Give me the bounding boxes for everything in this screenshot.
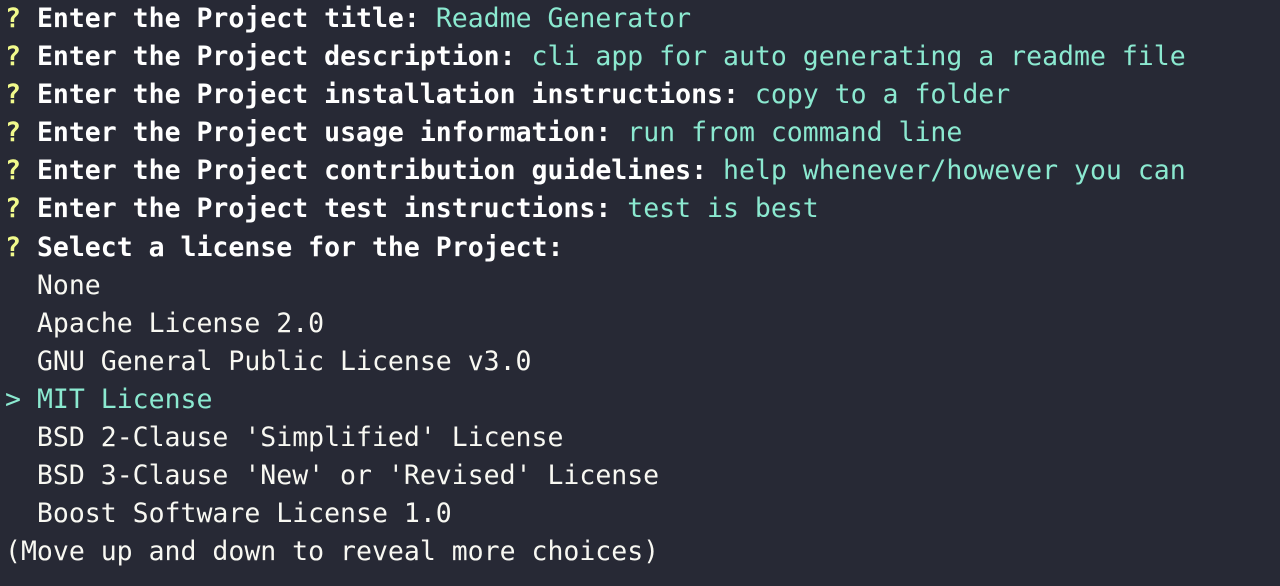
question-answer: copy to a folder (754, 79, 1011, 111)
question-marker: ? (5, 155, 21, 187)
question-prompt: Enter the Project title: (36, 3, 420, 34)
selection-pointer-icon: > (5, 383, 21, 415)
navigation-hint: (Move up and down to reveal more choices… (5, 533, 1280, 571)
choice-label: None (36, 269, 101, 301)
question-usage: ? Enter the Project usage information: r… (5, 114, 1280, 152)
choice-label: Apache License 2.0 (36, 307, 325, 339)
question-marker: ? (5, 3, 21, 34)
question-prompt: Select a license for the Project: (36, 231, 564, 263)
choice-label: GNU General Public License v3.0 (36, 345, 532, 377)
question-title: ? Enter the Project title: Readme Genera… (5, 0, 1280, 38)
hint-text: (Move up and down to reveal more choices… (5, 536, 660, 568)
question-prompt: Enter the Project contribution guideline… (36, 155, 708, 187)
question-contribution: ? Enter the Project contribution guideli… (5, 152, 1280, 190)
license-choice-none[interactable]: None (5, 267, 1280, 305)
question-marker: ? (5, 79, 21, 111)
license-choice-bsd2[interactable]: BSD 2-Clause 'Simplified' License (5, 419, 1280, 457)
question-prompt: Enter the Project installation instructi… (36, 79, 739, 111)
choice-label: BSD 2-Clause 'Simplified' License (36, 422, 564, 454)
question-installation: ? Enter the Project installation instruc… (5, 76, 1280, 114)
license-choice-mit[interactable]: > MIT License (5, 381, 1280, 419)
license-choice-gpl[interactable]: GNU General Public License v3.0 (5, 343, 1280, 381)
question-prompt: Enter the Project usage information: (36, 117, 612, 149)
terminal-window: ? Enter the Project title: Readme Genera… (0, 0, 1280, 586)
question-answer: help whenever/however you can (723, 155, 1186, 187)
license-choice-apache[interactable]: Apache License 2.0 (5, 305, 1280, 343)
question-license: ? Select a license for the Project: (5, 229, 1280, 267)
license-choice-bsd3[interactable]: BSD 3-Clause 'New' or 'Revised' License (5, 457, 1280, 495)
question-marker: ? (5, 117, 21, 149)
question-marker: ? (5, 41, 21, 73)
question-test: ? Enter the Project test instructions: t… (5, 190, 1280, 228)
license-choice-boost[interactable]: Boost Software License 1.0 (5, 495, 1280, 533)
question-prompt: Enter the Project description: (36, 41, 516, 73)
question-answer: Readme Generator (435, 3, 692, 34)
question-answer: test is best (627, 193, 819, 225)
question-prompt: Enter the Project test instructions: (36, 193, 612, 225)
question-answer: cli app for auto generating a readme fil… (531, 41, 1186, 73)
question-marker: ? (5, 193, 21, 225)
question-answer: run from command line (627, 117, 963, 149)
choice-label: Boost Software License 1.0 (36, 498, 452, 530)
question-description: ? Enter the Project description: cli app… (5, 38, 1280, 76)
choice-label: MIT License (36, 383, 213, 415)
question-marker: ? (5, 231, 21, 263)
choice-label: BSD 3-Clause 'New' or 'Revised' License (36, 460, 660, 492)
